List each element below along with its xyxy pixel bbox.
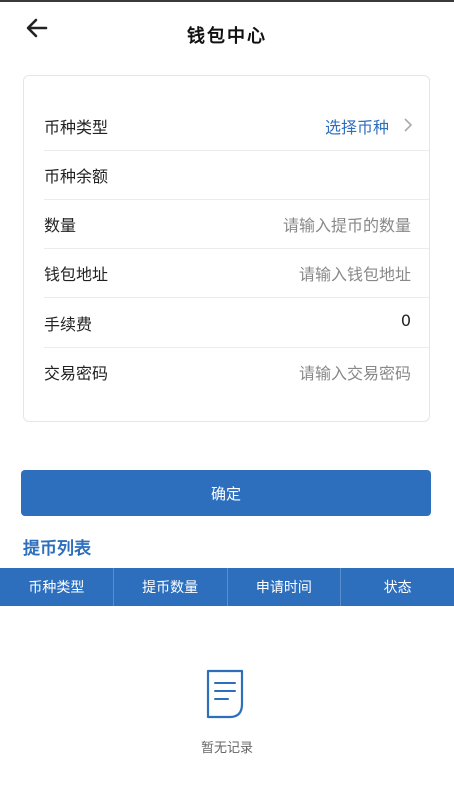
empty-state-text: 暂无记录 xyxy=(200,741,253,756)
amount-label: 数量 xyxy=(44,216,77,235)
coin-balance-row: 币种余额 xyxy=(44,150,429,200)
page-title: 钱包中心 xyxy=(187,26,267,47)
header: 钱包中心 xyxy=(0,2,454,60)
select-coin-link[interactable]: 选择币种 xyxy=(325,114,389,138)
chevron-right-icon[interactable] xyxy=(403,117,413,133)
amount-input[interactable]: 请输入提币的数量 xyxy=(283,212,411,236)
confirm-button[interactable]: 确定 xyxy=(21,470,431,516)
column-status: 状态 xyxy=(383,580,412,596)
wallet-address-row: 钱包地址 请输入钱包地址 xyxy=(44,248,429,298)
coin-type-label: 币种类型 xyxy=(44,118,109,137)
trade-password-row: 交易密码 请输入交易密码 xyxy=(44,347,429,396)
document-icon xyxy=(206,669,244,719)
withdraw-table-header: 币种类型 提币数量 申请时间 状态 xyxy=(0,568,454,606)
trade-password-label: 交易密码 xyxy=(44,364,109,383)
fee-row: 手续费 0 xyxy=(44,298,429,348)
fee-value: 0 xyxy=(400,311,411,330)
column-apply-time: 申请时间 xyxy=(228,568,342,606)
column-amount: 提币数量 xyxy=(114,568,228,606)
coin-balance-label: 币种余额 xyxy=(44,167,109,186)
wallet-address-label: 钱包地址 xyxy=(44,265,109,284)
wallet-address-input[interactable]: 请输入钱包地址 xyxy=(299,261,411,285)
column-coin-type: 币种类型 xyxy=(0,568,114,606)
amount-row: 数量 请输入提币的数量 xyxy=(44,199,429,249)
fee-label: 手续费 xyxy=(44,315,93,334)
withdraw-form: 币种类型 选择币种 币种余额 数量 请输入提币的数量 钱包地址 请输入钱包地址 … xyxy=(23,75,430,422)
trade-password-input[interactable]: 请输入交易密码 xyxy=(299,360,411,384)
coin-type-row[interactable]: 币种类型 选择币种 xyxy=(44,101,429,151)
withdraw-list-title: 提币列表 xyxy=(23,539,91,559)
